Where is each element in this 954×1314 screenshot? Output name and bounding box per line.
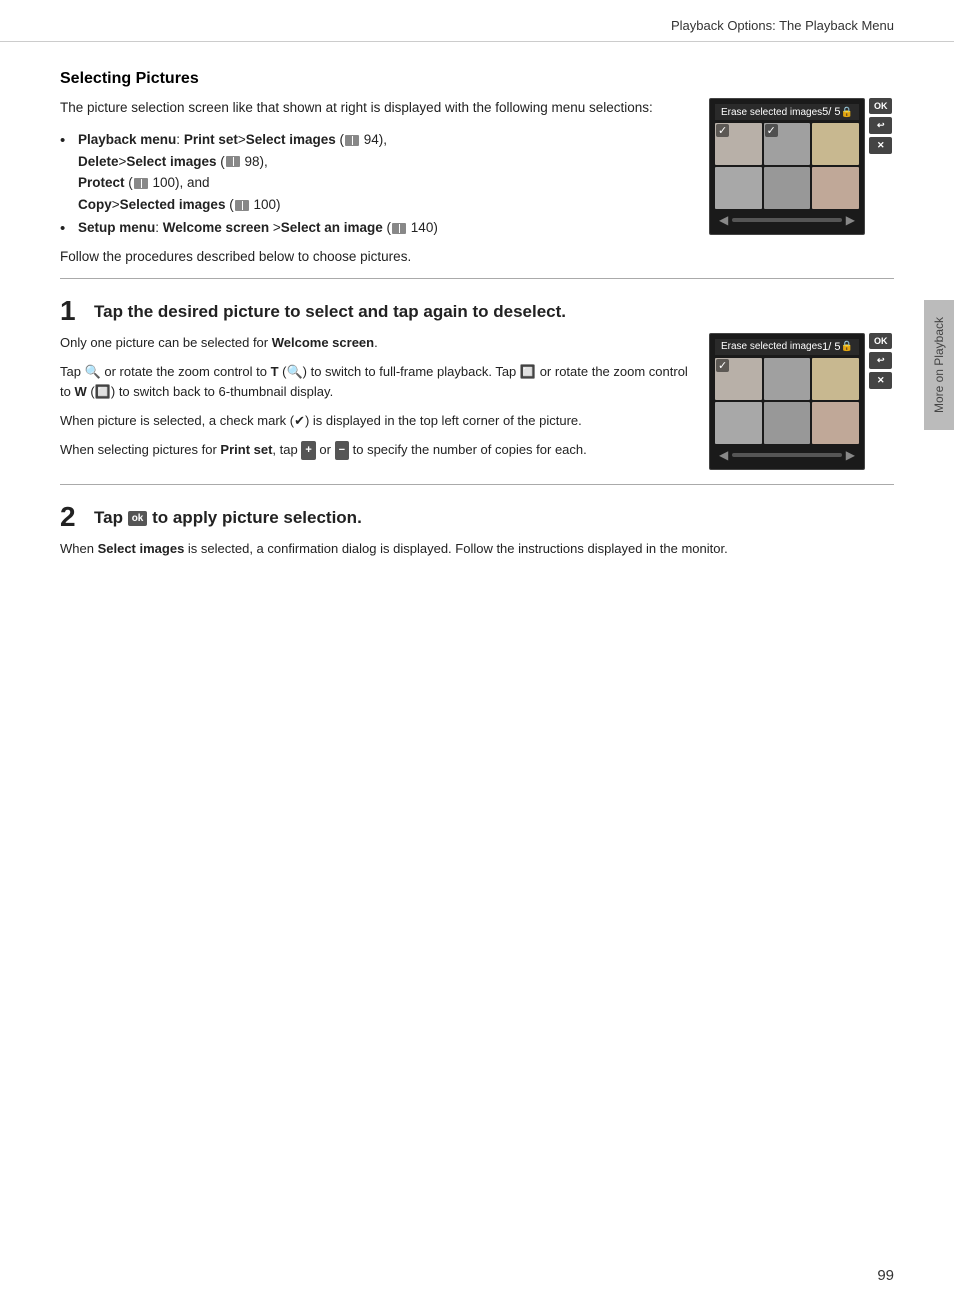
step-1-para-1: Only one picture can be selected for Wel… bbox=[60, 333, 689, 354]
progress-bar-step1 bbox=[732, 453, 842, 457]
sidebar-tab: More on Playback bbox=[924, 300, 954, 430]
intro-text-col: The picture selection screen like that s… bbox=[60, 98, 689, 264]
back-button-step1[interactable]: ↩ bbox=[869, 352, 893, 369]
step-2-header: 2 Tap ok to apply picture selection. bbox=[60, 503, 894, 531]
step1-thumb-2[interactable] bbox=[764, 358, 811, 400]
step-1-text: Only one picture can be selected for Wel… bbox=[60, 333, 689, 470]
step-2-para-1: When Select images is selected, a confir… bbox=[60, 539, 894, 560]
intro-paragraph: The picture selection screen like that s… bbox=[60, 98, 689, 119]
ok-badge-step2: ok bbox=[128, 511, 148, 526]
main-content: Selecting Pictures The picture selection… bbox=[0, 42, 954, 608]
camera-title-top: Erase selected images bbox=[721, 107, 822, 118]
camera-title-bar-top: Erase selected images 5/ 5 🔒 bbox=[715, 104, 859, 120]
step-2-text: When Select images is selected, a confir… bbox=[60, 539, 894, 568]
step-1-header: 1 Tap the desired picture to select and … bbox=[60, 297, 894, 325]
thumbnail-row2-step1 bbox=[715, 402, 859, 444]
camera-wrapper-top: Erase selected images 5/ 5 🔒 bbox=[709, 98, 894, 235]
ok-button-step1[interactable]: OK bbox=[869, 333, 893, 349]
thumb-2[interactable] bbox=[764, 123, 811, 165]
step-1-section: 1 Tap the desired picture to select and … bbox=[60, 278, 894, 470]
minus-icon: − bbox=[335, 441, 349, 461]
camera-bottom-top: ◀ ▶ bbox=[715, 211, 859, 229]
camera-counter-top: 5/ 5 bbox=[822, 106, 840, 118]
follow-text: Follow the procedures described below to… bbox=[60, 249, 689, 264]
step-2-title: Tap ok to apply picture selection. bbox=[94, 503, 362, 529]
thumbnail-grid-top bbox=[715, 123, 859, 165]
step1-thumb-6[interactable] bbox=[812, 402, 859, 444]
thumb-1[interactable] bbox=[715, 123, 762, 165]
camera-ui-top: Erase selected images 5/ 5 🔒 bbox=[709, 98, 894, 264]
intro-layout: The picture selection screen like that s… bbox=[60, 98, 894, 264]
ok-button-top[interactable]: OK bbox=[869, 98, 893, 114]
step-1-para-3: When picture is selected, a check mark (… bbox=[60, 411, 689, 432]
step-1-para-2: Tap 🔍 or rotate the zoom control to T (🔍… bbox=[60, 362, 689, 404]
progress-bar-top bbox=[732, 218, 842, 222]
step1-thumb-3[interactable] bbox=[812, 358, 859, 400]
thumb-5[interactable] bbox=[764, 167, 811, 209]
book-icon-2 bbox=[226, 156, 240, 167]
back-button-top[interactable]: ↩ bbox=[869, 117, 893, 134]
step-1-title: Tap the desired picture to select and ta… bbox=[94, 297, 566, 323]
page-number: 99 bbox=[877, 1267, 894, 1284]
section-title: Selecting Pictures bbox=[60, 70, 894, 88]
bullet-list: Playback menu: Print set>Select images (… bbox=[60, 129, 689, 239]
step1-thumb-4[interactable] bbox=[715, 402, 762, 444]
camera-wrapper-step1: Erase selected images 1/ 5 🔒 bbox=[709, 333, 894, 470]
step-1-para-4: When selecting pictures for Print set, t… bbox=[60, 440, 689, 461]
nav-right-step1[interactable]: ▶ bbox=[846, 448, 855, 462]
camera-screen-step1: Erase selected images 1/ 5 🔒 bbox=[709, 333, 865, 470]
nav-left-top[interactable]: ◀ bbox=[719, 213, 728, 227]
header-title: Playback Options: The Playback Menu bbox=[671, 18, 894, 33]
x-button-step1[interactable]: ✕ bbox=[869, 372, 893, 389]
page: Playback Options: The Playback Menu Sele… bbox=[0, 0, 954, 1314]
list-item: Playback menu: Print set>Select images (… bbox=[60, 129, 689, 215]
camera-screen-top: Erase selected images 5/ 5 🔒 bbox=[709, 98, 865, 235]
side-buttons-step1: OK ↩ ✕ bbox=[869, 333, 893, 389]
lock-icon-top: 🔒 bbox=[841, 107, 853, 118]
lock-icon-step1: 🔒 bbox=[841, 341, 853, 352]
page-header: Playback Options: The Playback Menu bbox=[0, 0, 954, 42]
step-1-camera: Erase selected images 1/ 5 🔒 bbox=[709, 333, 894, 470]
sidebar-label: More on Playback bbox=[932, 317, 946, 413]
step1-thumb-1[interactable] bbox=[715, 358, 762, 400]
step-2-body: When Select images is selected, a confir… bbox=[60, 539, 894, 568]
camera-title-bar-step1: Erase selected images 1/ 5 🔒 bbox=[715, 339, 859, 355]
book-icon-5 bbox=[392, 223, 406, 234]
book-icon-3 bbox=[134, 178, 148, 189]
camera-counter-step1: 1/ 5 bbox=[822, 341, 840, 353]
thumb-3[interactable] bbox=[812, 123, 859, 165]
thumbnail-grid-step1 bbox=[715, 358, 859, 400]
nav-right-top[interactable]: ▶ bbox=[846, 213, 855, 227]
thumb-6[interactable] bbox=[812, 167, 859, 209]
plus-icon: + bbox=[301, 441, 315, 461]
thumbnail-row2-top bbox=[715, 167, 859, 209]
step-2-section: 2 Tap ok to apply picture selection. Whe… bbox=[60, 484, 894, 568]
step-1-number: 1 bbox=[60, 297, 82, 325]
book-icon bbox=[345, 135, 359, 146]
x-button-top[interactable]: ✕ bbox=[869, 137, 893, 154]
side-buttons-top: OK ↩ ✕ bbox=[869, 98, 893, 154]
step1-thumb-5[interactable] bbox=[764, 402, 811, 444]
book-icon-4 bbox=[235, 200, 249, 211]
camera-title-step1: Erase selected images bbox=[721, 341, 822, 352]
nav-left-step1[interactable]: ◀ bbox=[719, 448, 728, 462]
step-2-number: 2 bbox=[60, 503, 82, 531]
thumb-4[interactable] bbox=[715, 167, 762, 209]
list-item-2: Setup menu: Welcome screen >Select an im… bbox=[60, 217, 689, 239]
step-1-body: Only one picture can be selected for Wel… bbox=[60, 333, 894, 470]
camera-bottom-step1: ◀ ▶ bbox=[715, 446, 859, 464]
